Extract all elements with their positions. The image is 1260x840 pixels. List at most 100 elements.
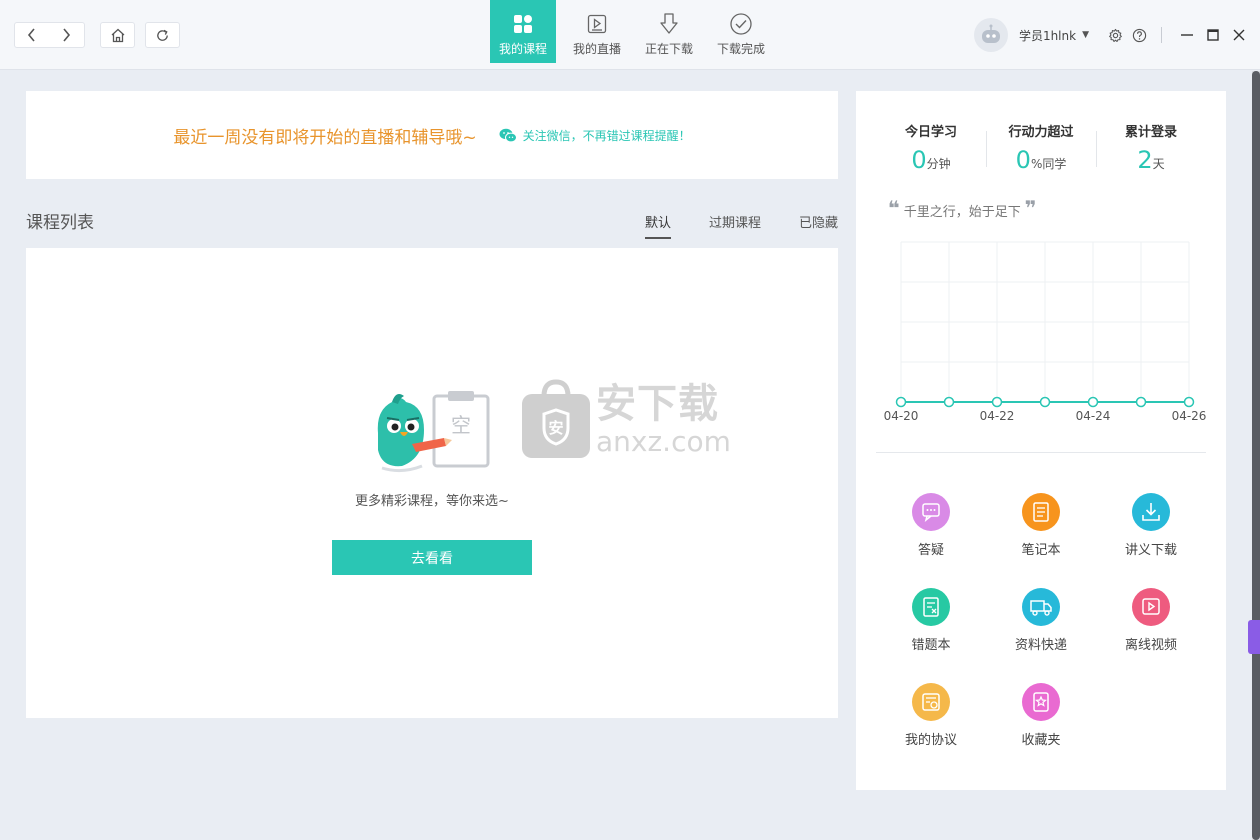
home-button[interactable] — [101, 23, 134, 47]
tool-chat-bubble[interactable]: 答疑 — [876, 493, 986, 558]
chart-point — [1087, 396, 1099, 408]
stat-today-study: 今日学习 0分钟 — [876, 121, 986, 181]
course-list-header: 课程列表 默认 过期课程 已隐藏 — [26, 200, 838, 240]
tab-my-live[interactable]: 我的直播 — [562, 0, 632, 63]
close-icon — [1233, 29, 1245, 41]
tab-label: 下载完成 — [716, 42, 765, 56]
username[interactable]: 学员1hlnk — [1019, 27, 1076, 44]
tool-notebook[interactable]: 笔记本 — [986, 493, 1096, 558]
tool-label: 我的协议 — [904, 733, 957, 748]
tool-label: 答疑 — [917, 543, 944, 558]
tool-agreement[interactable]: 我的协议 — [876, 683, 986, 748]
tab-downloaded[interactable]: 下载完成 — [706, 0, 776, 63]
star-badge-icon — [1022, 683, 1060, 721]
filter-default[interactable]: 默认 — [644, 212, 671, 239]
study-stats: 今日学习 0分钟 行动力超过 0%同学 累计登录 2天 — [876, 121, 1206, 181]
motivation-quote: ❝ 千里之行，始于足下 ❞ — [884, 196, 1041, 220]
close-quote-icon: ❞ — [1024, 196, 1037, 220]
tool-star-badge[interactable]: 收藏夹 — [986, 683, 1096, 748]
settings-button[interactable] — [1107, 27, 1123, 43]
chart-tick-label: 04-26 — [1172, 409, 1207, 423]
shopping-bag-icon: 安 — [522, 379, 590, 458]
help-icon — [1132, 28, 1146, 42]
robot-avatar-icon — [981, 24, 1000, 43]
maximize-button[interactable] — [1200, 22, 1226, 48]
stat-action-rank: 行动力超过 0%同学 — [986, 121, 1096, 181]
toolbar-separator — [1161, 27, 1162, 43]
wechat-follow-link[interactable]: 关注微信，不再错过课程提醒！ — [499, 127, 691, 144]
course-list-title: 课程列表 — [26, 213, 94, 233]
back-button[interactable] — [15, 23, 49, 47]
download-arrow-icon — [658, 12, 680, 36]
gear-icon — [1108, 28, 1122, 42]
chart-point — [943, 396, 955, 408]
notice-message: 最近一周没有即将开始的直播和辅导哦~ — [173, 127, 477, 148]
stat-unit: 天 — [1152, 157, 1165, 171]
empty-state-illustration: 空 — [372, 388, 492, 478]
forward-button[interactable] — [49, 23, 83, 47]
stat-label: 行动力超过 — [1008, 125, 1074, 140]
stat-label: 今日学习 — [904, 125, 957, 140]
stat-value: 2 — [1137, 146, 1153, 174]
tool-wrong-book[interactable]: 错题本 — [876, 588, 986, 653]
scrollbar-thumb[interactable] — [1252, 71, 1260, 840]
chart-point — [1183, 396, 1195, 408]
tool-label: 资料快递 — [1014, 638, 1067, 653]
tool-label: 笔记本 — [1021, 543, 1061, 558]
refresh-group — [145, 22, 180, 48]
minimize-icon — [1181, 34, 1193, 36]
quote-text: 千里之行，始于足下 — [903, 205, 1021, 220]
minimize-button[interactable] — [1174, 22, 1200, 48]
chat-bubble-icon — [912, 493, 950, 531]
chart-tick-label: 04-24 — [1076, 409, 1111, 423]
study-summary-panel: 今日学习 0分钟 行动力超过 0%同学 累计登录 2天 ❝ 千里之行，始于足下 … — [856, 91, 1226, 790]
download-tray-icon — [1132, 493, 1170, 531]
stat-value: 0 — [911, 146, 927, 174]
user-dropdown-caret[interactable]: ▼ — [1082, 30, 1089, 40]
empty-badge-text: 空 — [451, 413, 471, 437]
filter-expired[interactable]: 过期课程 — [709, 212, 761, 239]
study-time-chart: 04-20 04-22 04-24 04-26 — [884, 241, 1207, 423]
avatar[interactable] — [973, 18, 1008, 52]
wechat-follow-text: 关注微信，不再错过课程提醒！ — [522, 128, 691, 143]
chart-point — [991, 396, 1003, 408]
tool-video-play[interactable]: 离线视频 — [1096, 588, 1206, 653]
tab-my-courses[interactable]: 我的课程 — [490, 0, 556, 63]
course-list-panel: 空 安 安下载 anxz.com 更多精彩课程，等你来选~ 去看看 — [26, 248, 838, 718]
tab-label: 我的直播 — [572, 42, 621, 56]
watermark-en: anxz.com — [596, 425, 731, 458]
home-icon — [111, 28, 124, 42]
check-circle-icon — [729, 12, 753, 36]
watermark-cn: 安下载 — [596, 381, 719, 427]
chart-tick-label: 04-20 — [884, 409, 919, 423]
side-feedback-tab[interactable] — [1248, 620, 1260, 654]
title-bar: 我的课程 我的直播 正在下载 下载完成 学员1hlnk ▼ — [0, 0, 1260, 70]
notebook-icon — [1022, 493, 1060, 531]
course-filter-tabs: 默认 过期课程 已隐藏 — [607, 212, 838, 239]
watermark-badge: 安 — [548, 419, 563, 437]
refresh-icon — [157, 29, 168, 41]
open-quote-icon: ❝ — [888, 196, 900, 220]
video-play-icon — [1132, 588, 1170, 626]
tab-label: 我的课程 — [498, 42, 547, 56]
stat-total-login: 累计登录 2天 — [1096, 121, 1206, 181]
maximize-icon — [1207, 29, 1219, 41]
watermark-logo: 安 安下载 anxz.com — [520, 376, 740, 462]
filter-hidden[interactable]: 已隐藏 — [799, 212, 838, 239]
tab-label: 正在下载 — [644, 42, 693, 56]
tab-downloading[interactable]: 正在下载 — [634, 0, 704, 63]
stat-label: 累计登录 — [1124, 125, 1177, 140]
tool-download-tray[interactable]: 讲义下载 — [1096, 493, 1206, 558]
close-button[interactable] — [1226, 22, 1252, 48]
tool-label: 讲义下载 — [1124, 543, 1177, 558]
refresh-button[interactable] — [146, 23, 179, 47]
tool-label: 离线视频 — [1124, 638, 1177, 653]
help-button[interactable] — [1131, 27, 1147, 43]
tool-truck[interactable]: 资料快递 — [986, 588, 1096, 653]
chart-point — [1135, 396, 1147, 408]
wrong-book-icon — [912, 588, 950, 626]
parrot-mascot-icon: 空 — [377, 391, 490, 473]
wechat-icon — [499, 128, 517, 142]
truck-icon — [1022, 588, 1060, 626]
browse-courses-button[interactable]: 去看看 — [332, 540, 532, 575]
